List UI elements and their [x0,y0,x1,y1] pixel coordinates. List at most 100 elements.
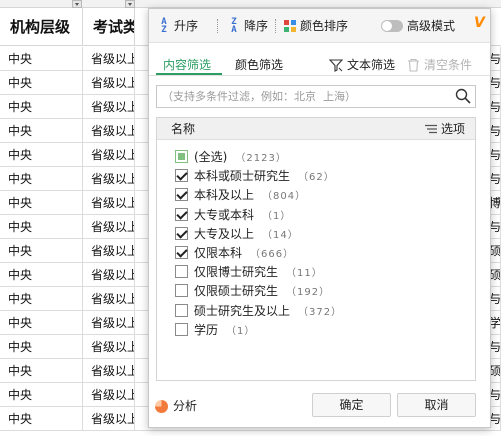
sort-ascending-icon: AZ [161,17,167,35]
tab-divider [149,75,490,76]
cell-exam-type[interactable]: 省级以上 [83,167,135,191]
clear-conditions-button[interactable]: 清空条件 [407,55,472,75]
list-item-label: 本科及以上 [194,188,255,203]
cell-exam-type[interactable]: 省级以上 [83,239,135,263]
filter-handle-strip [0,0,501,8]
column-header-exam-type[interactable]: 考试类 [83,8,135,46]
color-sort-button[interactable]: 颜色排序 [283,16,348,36]
list-item-count: （2123） [235,153,287,164]
list-item-label: (全选) [194,150,228,164]
column-header-level[interactable]: 机构层级 [0,8,83,46]
checkbox[interactable] [175,169,188,183]
text-filter-button[interactable]: 文本筛选 [329,55,395,75]
cell-exam-type[interactable]: 省级以上 [83,191,135,215]
list-item-label: 硕士研究生及以上 [194,303,291,318]
list-item[interactable]: 仅限本科 （666） [175,243,294,262]
vip-icon[interactable]: V [474,15,485,31]
list-item-count: （372） [298,306,343,318]
list-item[interactable]: 仅限博士研究生 （11） [175,262,323,281]
cell-exam-type[interactable]: 省级以上 [83,359,135,383]
analyze-button[interactable]: 分析 [155,396,197,416]
list-item[interactable]: 大专或本科 （1） [175,205,291,224]
filter-search-input[interactable] [157,86,447,107]
tab-content-filter[interactable]: 内容筛选 [163,55,211,75]
cell-exam-type[interactable]: 省级以上 [83,263,135,287]
cell-level[interactable]: 中央 [0,287,83,311]
checkbox[interactable] [175,284,188,298]
list-item-label: 仅限硕士研究生 [194,284,279,299]
list-item-count: （1） [226,325,256,337]
list-item[interactable]: 本科或硕士研究生 （62） [175,166,335,185]
value-list: 名称 选项 (全选) （2123） 本科或硕士研究生 （62） 本科及以上 （804） 大专… [156,117,476,381]
list-item[interactable]: 本科及以上 （804） [175,185,306,204]
sort-descending-icon: ZA [231,17,237,35]
cell-level[interactable]: 中央 [0,119,83,143]
cell-exam-type[interactable]: 省级以上 [83,335,135,359]
sort-descending-button[interactable]: ZA 降序 [227,16,268,36]
options-button[interactable]: 选项 [424,118,465,140]
cell-level[interactable]: 中央 [0,47,83,71]
tab-color-filter[interactable]: 颜色筛选 [235,55,283,75]
cell-exam-type[interactable]: 省级以上 [83,287,135,311]
ok-button[interactable]: 确定 [312,393,391,417]
cell-level[interactable]: 中央 [0,335,83,359]
toolbar-separator [217,19,218,33]
cell-level[interactable]: 中央 [0,191,83,215]
cell-level[interactable]: 中央 [0,167,83,191]
funnel-icon [329,59,343,72]
advanced-mode-toggle[interactable] [381,20,403,32]
filter-popup: AZ 升序 ZA 降序 颜色排序 高级模式 V 内容筛选 颜色筛选 文本筛选 清… [148,8,491,428]
cell-level[interactable]: 中央 [0,311,83,335]
column-filter-handle-a[interactable] [72,0,82,8]
trash-icon [408,58,419,72]
cancel-button[interactable]: 取消 [397,393,476,417]
cell-level[interactable]: 中央 [0,359,83,383]
checkbox[interactable] [175,226,188,240]
value-list-header: 名称 选项 [157,118,475,140]
list-item-label: 学历 [194,322,219,337]
cell-level[interactable]: 中央 [0,407,83,431]
list-item[interactable]: 学历 （1） [175,320,255,339]
checkbox[interactable] [175,303,188,317]
cell-level[interactable]: 中央 [0,263,83,287]
cell-exam-type[interactable]: 省级以上 [83,47,135,71]
cell-exam-type[interactable]: 省级以上 [83,215,135,239]
column-filter-handle-b[interactable] [125,0,135,8]
list-item[interactable]: 大专及以上 （14） [175,224,299,243]
cell-exam-type[interactable]: 省级以上 [83,311,135,335]
cell-level[interactable]: 中央 [0,95,83,119]
list-item[interactable]: 仅限硕士研究生 （192） [175,281,330,300]
cell-level[interactable]: 中央 [0,239,83,263]
list-item-count: （192） [286,287,331,299]
checkbox[interactable] [175,246,188,259]
cell-level[interactable]: 中央 [0,215,83,239]
cell-level[interactable]: 中央 [0,143,83,167]
sort-ascending-button[interactable]: AZ 升序 [157,16,198,36]
list-item-label: 本科或硕士研究生 [194,169,291,184]
options-icon [424,124,437,134]
list-item-count: （666） [250,249,295,260]
cell-exam-type[interactable]: 省级以上 [83,95,135,119]
sort-descending-label: 降序 [244,19,269,33]
sort-ascending-label: 升序 [174,19,199,33]
cell-exam-type[interactable]: 省级以上 [83,383,135,407]
list-item[interactable]: (全选) （2123） [175,147,287,166]
list-item-count: （804） [262,191,307,203]
cell-level[interactable]: 中央 [0,383,83,407]
cell-exam-type[interactable]: 省级以上 [83,71,135,95]
checkbox[interactable] [175,150,188,163]
cell-exam-type[interactable]: 省级以上 [83,119,135,143]
list-item[interactable]: 硕士研究生及以上 （372） [175,301,342,320]
checkbox[interactable] [175,265,188,279]
search-icon[interactable] [455,88,471,104]
filter-search-box [156,85,476,108]
cell-level[interactable]: 中央 [0,71,83,95]
cell-exam-type[interactable]: 省级以上 [83,407,135,431]
cell-exam-type[interactable]: 省级以上 [83,143,135,167]
checkbox[interactable] [175,188,188,202]
list-item-label: 仅限博士研究生 [194,265,279,280]
checkbox[interactable] [175,207,188,221]
sort-toolbar: AZ 升序 ZA 降序 颜色排序 高级模式 V [149,9,490,43]
toolbar-separator [275,19,276,33]
checkbox[interactable] [175,322,188,336]
